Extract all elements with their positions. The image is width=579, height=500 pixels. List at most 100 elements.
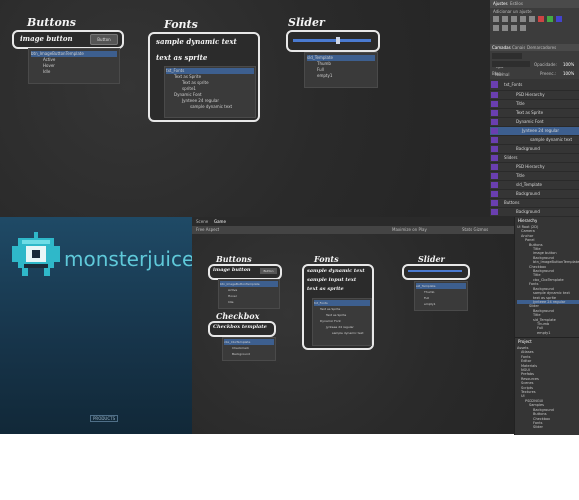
layer-row[interactable]: PSD Hierarchy — [490, 91, 579, 100]
slider-thumb[interactable] — [336, 37, 340, 44]
unity-fonts-line3: text as sprite — [307, 286, 344, 292]
layer-row[interactable]: Background — [490, 190, 579, 199]
layer-row[interactable]: Background — [490, 145, 579, 154]
unity-checkbox-title: Checkbox — [216, 311, 260, 321]
layer-row[interactable]: Title — [490, 100, 579, 109]
fill-value[interactable]: 100% — [563, 71, 574, 76]
layer-name: Background — [516, 209, 540, 214]
visibility-icon[interactable] — [491, 128, 498, 134]
tree-row[interactable]: empty1 — [307, 73, 375, 79]
project-item[interactable]: Slider — [517, 425, 579, 429]
invert-icon[interactable] — [502, 25, 508, 31]
visibility-icon[interactable] — [491, 200, 498, 206]
fonts-tree: txt_Fonts Text as Sprite Text as sprite … — [164, 66, 256, 118]
tree-row[interactable]: Idle — [31, 69, 117, 75]
tab-game[interactable]: Game — [214, 219, 226, 224]
layer-row[interactable]: Background — [490, 208, 579, 217]
color-balance-icon[interactable] — [547, 16, 553, 22]
layer-name: Title — [516, 173, 525, 178]
visibility-icon[interactable] — [491, 155, 498, 161]
layers-tabs: Camadas Canais Demarcadores — [490, 44, 579, 51]
stats-gizmos[interactable]: Stats Gizmos — [462, 227, 488, 232]
tab-canais[interactable]: Canais — [512, 45, 525, 50]
layer-name: sample dynamic text — [530, 137, 573, 142]
visibility-icon[interactable] — [491, 81, 498, 88]
fonts-line2: text as sprite — [156, 53, 208, 62]
layer-name: Background — [516, 146, 540, 151]
tree-row[interactable]: sample dynamic text — [314, 330, 370, 336]
hierarchy-item[interactable]: empty1 — [517, 331, 579, 335]
kind-filter[interactable]: Tipo — [492, 53, 522, 69]
blend-mode-select[interactable]: Normal — [492, 61, 530, 77]
layer-row[interactable]: Text as Sprite — [490, 109, 579, 118]
visibility-icon[interactable] — [491, 146, 498, 152]
hierarchy-list: Ui Root (2D) Camera Anchor Panel Buttons… — [517, 225, 579, 335]
unity-buttons-title: Buttons — [216, 254, 252, 264]
visibility-icon[interactable] — [491, 182, 498, 188]
visibility-icon[interactable] — [491, 119, 498, 125]
unity-editor: Scene Game Free Aspect Maximize on Play … — [192, 217, 579, 435]
tree-row[interactable]: Background — [224, 351, 274, 357]
visibility-icon[interactable] — [491, 209, 498, 215]
tab-scene[interactable]: Scene — [196, 219, 208, 224]
tree-row[interactable]: sample dynamic text — [166, 104, 254, 110]
visibility-icon[interactable] — [491, 101, 498, 107]
unity-fonts-line2: sample input text — [307, 277, 357, 283]
buttons-panel: Buttons image button Button btn_ImageBut… — [12, 16, 124, 86]
photoshop-canvas: Buttons image button Button btn_ImageBut… — [0, 0, 430, 217]
maximize-toggle[interactable]: Maximize on Play — [392, 227, 427, 232]
sample-button[interactable]: Button — [90, 34, 118, 45]
photo-filter-icon[interactable] — [556, 16, 562, 22]
tree-row[interactable]: empty1 — [416, 301, 466, 307]
buttons-tree: btn_ImageButtonTemplate Active Hover Idl… — [28, 48, 120, 84]
visibility-icon[interactable] — [491, 191, 498, 197]
unity-image-button-label: image button — [213, 267, 251, 273]
visibility-icon[interactable] — [491, 110, 498, 116]
unity-slider-fill[interactable] — [408, 270, 462, 272]
brightness-icon[interactable] — [493, 16, 499, 22]
layer-row[interactable]: Dynamic Font — [490, 118, 579, 127]
layer-name: sld_Template — [516, 182, 542, 187]
layer-name: Background — [516, 191, 540, 196]
layer-row[interactable]: Buttons — [490, 199, 579, 208]
unity-tabs-bar: Scene Game — [192, 217, 514, 226]
layer-row[interactable]: txt_Fonts — [490, 79, 579, 91]
posterize-icon[interactable] — [511, 25, 517, 31]
unity-sample-button[interactable]: Button — [260, 268, 277, 274]
fonts-text-panel: sample dynamic text text as sprite txt_F… — [148, 32, 260, 122]
adjustment-icons — [493, 16, 577, 34]
curves-icon[interactable] — [511, 16, 517, 22]
aspect-dropdown[interactable]: Free Aspect — [196, 227, 219, 232]
visibility-icon[interactable] — [491, 137, 498, 143]
fonts-panel: Fonts sample dynamic text text as sprite… — [148, 18, 260, 122]
channel-mixer-icon[interactable] — [493, 25, 499, 31]
visibility-icon[interactable] — [491, 173, 498, 179]
tab-ajustes[interactable]: Ajustes — [493, 1, 508, 6]
layer-name: Dynamic Font — [516, 119, 544, 124]
levels-icon[interactable] — [502, 16, 508, 22]
add-adjustment-label: Adicionar un ajuste — [493, 9, 532, 14]
tree-row[interactable]: Idle — [220, 299, 278, 305]
visibility-icon[interactable] — [491, 164, 498, 170]
hue-icon[interactable] — [538, 16, 544, 22]
tab-demarcadores[interactable]: Demarcadores — [527, 45, 556, 50]
tab-camadas[interactable]: Camadas — [492, 45, 511, 50]
layer-row[interactable]: sld_Template — [490, 181, 579, 190]
tab-estilos[interactable]: Estilos — [510, 1, 523, 6]
layer-row[interactable]: Title — [490, 172, 579, 181]
layer-row[interactable]: PSD Hierarchy — [490, 163, 579, 172]
layer-row[interactable]: Sliders — [490, 154, 579, 163]
fonts-line1: sample dynamic text — [156, 37, 237, 46]
opacity-value[interactable]: 100% — [563, 62, 574, 67]
layer-row[interactable]: Jynteee 24 regular — [490, 127, 579, 136]
lock-label: Bloq.: — [492, 71, 504, 76]
ps-adjust-tabs: Ajustes Estilos — [490, 0, 579, 8]
slider-fill[interactable] — [293, 39, 371, 42]
unity-fonts-title: Fonts — [314, 254, 339, 264]
exposure-icon[interactable] — [520, 16, 526, 22]
visibility-icon[interactable] — [491, 92, 498, 98]
threshold-icon[interactable] — [520, 25, 526, 31]
layer-row[interactable]: sample dynamic text — [490, 136, 579, 145]
vibrance-icon[interactable] — [529, 16, 535, 22]
photoshop-panels: Ajustes Estilos Adicionar un ajuste Cama… — [490, 0, 579, 228]
